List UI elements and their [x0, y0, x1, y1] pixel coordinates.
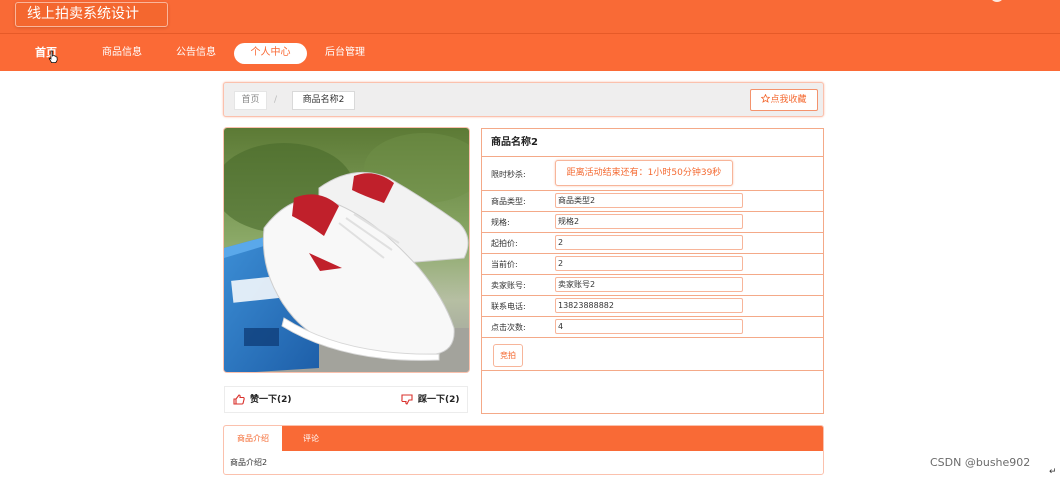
breadcrumb-home-link[interactable]: 首页 [234, 91, 267, 110]
vote-bar: 赞一下(2) 踩一下(2) [224, 386, 468, 413]
field-label: 卖家账号: [491, 281, 526, 290]
field-row: 规格: [482, 212, 823, 233]
nav-item-notice[interactable]: 公告信息 [173, 43, 219, 63]
field-label: 当前价: [491, 260, 518, 269]
field-label: 点击次数: [491, 323, 526, 332]
breadcrumb: 首页 / 商品名称2 点我收藏 [223, 82, 824, 117]
breadcrumb-current: 商品名称2 [292, 91, 355, 110]
site-title: 线上拍卖系统设计 [15, 2, 168, 27]
field-label: 联系电话: [491, 302, 526, 311]
watermark: CSDN @bushe902 [930, 456, 1031, 469]
click-count-field[interactable] [555, 319, 743, 334]
thumbs-up-icon [233, 394, 245, 405]
favorite-label: 点我收藏 [770, 95, 807, 105]
field-label: 规格: [491, 218, 510, 227]
dislike-label: 踩一下(2) [418, 395, 460, 405]
nav-item-admin[interactable]: 后台管理 [322, 43, 368, 63]
return-arrow-icon: ↵ [1049, 467, 1057, 477]
flash-sale-row: 限时秒杀: 距离活动结束还有：1小时50分钟39秒 [482, 157, 823, 191]
nav-item-goods[interactable]: 商品信息 [99, 43, 145, 63]
hand-cursor-icon [48, 50, 58, 63]
tab-comments[interactable]: 评论 [282, 426, 340, 451]
flash-sale-label: 限时秒杀: [491, 170, 526, 179]
tab-bar: 商品介绍 评论 [224, 426, 823, 451]
tab-product-intro[interactable]: 商品介绍 [224, 426, 282, 451]
field-row: 卖家账号: [482, 275, 823, 296]
field-row: 商品类型: [482, 191, 823, 212]
favorite-button[interactable]: 点我收藏 [750, 89, 818, 111]
nav-item-home[interactable]: 首页 [26, 43, 66, 63]
field-row: 点击次数: [482, 317, 823, 338]
bid-button[interactable]: 竞拍 [493, 344, 523, 367]
product-title: 商品名称2 [482, 129, 823, 157]
starting-price-field[interactable] [555, 235, 743, 250]
seller-account-field[interactable] [555, 277, 743, 292]
nav-item-user-center[interactable]: 个人中心 [234, 43, 307, 64]
top-bar: 线上拍卖系统设计 [0, 0, 1060, 33]
current-price-field[interactable] [555, 256, 743, 271]
field-label: 起拍价: [491, 239, 518, 248]
phone-field[interactable] [555, 298, 743, 313]
main-nav: 首页 商品信息 公告信息 个人中心 后台管理 [0, 33, 1060, 71]
field-row: 起拍价: [482, 233, 823, 254]
product-type-field[interactable] [555, 193, 743, 208]
product-tabs: 商品介绍 评论 商品介绍2 [223, 425, 824, 475]
dislike-button[interactable]: 踩一下(2) [401, 393, 460, 407]
spec-field[interactable] [555, 214, 743, 229]
product-image [223, 127, 470, 373]
countdown-timer: 距离活动结束还有：1小时50分钟39秒 [555, 160, 733, 186]
breadcrumb-separator: / [274, 95, 278, 105]
field-row: 当前价: [482, 254, 823, 275]
sneaker-photo [224, 128, 469, 372]
field-label: 商品类型: [491, 197, 526, 206]
like-label: 赞一下(2) [250, 395, 292, 405]
thumbs-down-icon [401, 394, 413, 405]
tab-content: 商品介绍2 [230, 458, 268, 467]
field-row: 联系电话: [482, 296, 823, 317]
bid-row: 竞拍 [482, 340, 823, 371]
product-detail-panel: 商品名称2 限时秒杀: 距离活动结束还有：1小时50分钟39秒 商品类型: 规格… [481, 128, 824, 414]
user-avatar[interactable] [990, 0, 1004, 2]
like-button[interactable]: 赞一下(2) [233, 393, 292, 407]
